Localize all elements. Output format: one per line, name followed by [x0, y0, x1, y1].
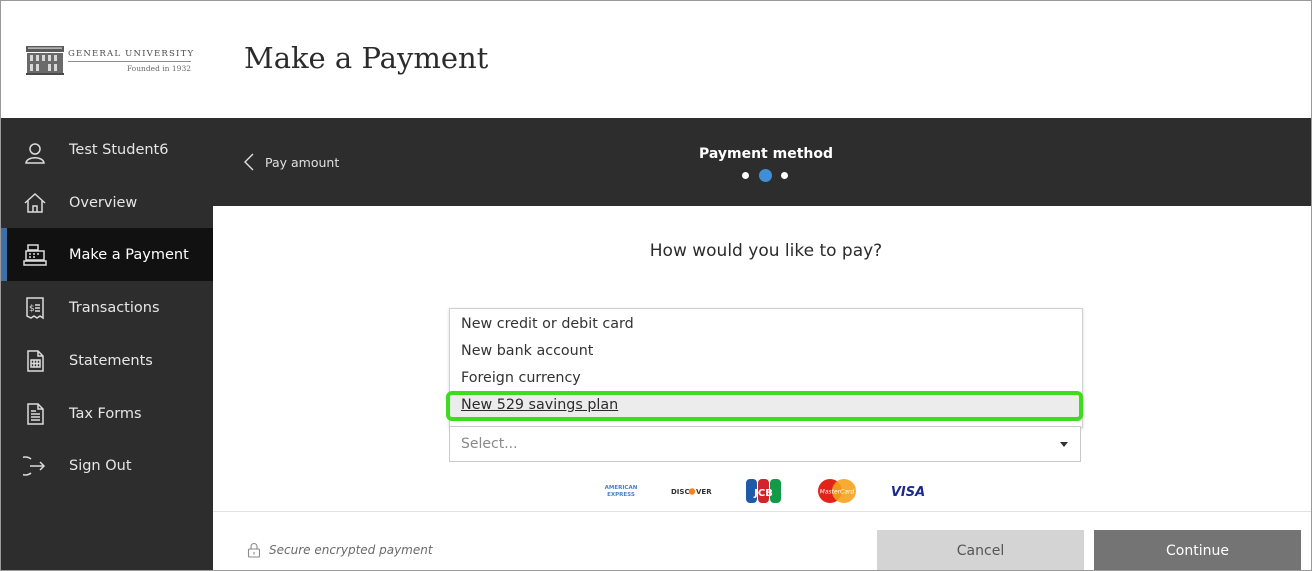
- cancel-button[interactable]: Cancel: [877, 530, 1084, 570]
- sidebar: Test Student6 Overview Make a Payment $ …: [1, 118, 213, 570]
- sign-out-icon: [23, 455, 46, 476]
- sidebar-item-label: Statements: [69, 352, 153, 369]
- svg-text:JCB: JCB: [753, 488, 773, 499]
- logo-area: GENERAL UNIVERSITY Founded in 1932: [1, 1, 213, 118]
- svg-text:AMERICAN: AMERICAN: [605, 485, 638, 491]
- discover-logo: DISC VER: [668, 475, 716, 507]
- sidebar-item-label: Make a Payment: [69, 246, 189, 263]
- logo-founded: Founded in 1932: [126, 64, 191, 73]
- jcb-logo: JCB: [744, 475, 784, 507]
- amex-icon: AMERICAN EXPRESS: [605, 485, 638, 498]
- app-frame: GENERAL UNIVERSITY Founded in 1932 Make …: [0, 0, 1312, 571]
- jcb-icon: JCB: [746, 479, 781, 503]
- secure-payment-text: Secure encrypted payment: [269, 543, 433, 557]
- sidebar-item-label: Test Student6: [69, 142, 169, 158]
- option-foreign-currency[interactable]: Foreign currency: [461, 370, 581, 386]
- caret-down-icon: [1060, 442, 1068, 447]
- svg-text:VISA: VISA: [891, 485, 925, 500]
- svg-text:DISC: DISC: [671, 488, 690, 496]
- sidebar-item-label: Sign Out: [69, 457, 132, 474]
- logo-divider: [68, 61, 191, 62]
- discover-icon: DISC VER: [671, 488, 712, 496]
- svg-text:VER: VER: [696, 488, 712, 496]
- sidebar-item-sign-out[interactable]: Sign Out: [1, 439, 213, 492]
- option-bank-account[interactable]: New bank account: [461, 343, 593, 359]
- accepted-cards: AMERICAN EXPRESS DISC VER JCB MasterCard…: [596, 475, 936, 507]
- svg-text:EXPRESS: EXPRESS: [607, 492, 635, 498]
- footer-divider: [213, 511, 1311, 512]
- svg-text:MasterCard: MasterCard: [820, 489, 855, 496]
- logo-name: GENERAL UNIVERSITY: [68, 49, 195, 59]
- sidebar-item-profile[interactable]: Test Student6: [1, 126, 213, 179]
- step-bar: Pay amount Payment method: [213, 118, 1311, 206]
- visa-logo: VISA: [886, 475, 930, 507]
- building-icon: [26, 46, 64, 75]
- step-dot: [742, 172, 749, 179]
- tax-form-icon: [27, 402, 44, 425]
- receipt-icon: $: [26, 296, 44, 319]
- payment-question: How would you like to pay?: [649, 241, 883, 261]
- secure-payment-note: Secure encrypted payment: [247, 542, 433, 558]
- step-dot: [781, 172, 788, 179]
- option-credit-debit-card[interactable]: New credit or debit card: [461, 316, 634, 332]
- sidebar-item-transactions[interactable]: $ Transactions: [1, 281, 213, 334]
- home-icon: [24, 192, 46, 213]
- mastercard-logo: MasterCard: [814, 475, 860, 507]
- sidebar-item-statements[interactable]: Statements: [1, 334, 213, 387]
- payment-method-select[interactable]: Select...: [449, 426, 1081, 462]
- step-dot-active: [759, 169, 772, 182]
- step-title: Payment method: [698, 146, 834, 162]
- sidebar-item-label: Overview: [69, 194, 138, 211]
- statement-icon: [27, 349, 44, 372]
- sidebar-item-tax-forms[interactable]: Tax Forms: [1, 387, 213, 440]
- cash-register-icon: [23, 243, 47, 266]
- sidebar-item-overview[interactable]: Overview: [1, 176, 213, 229]
- page-title: Make a Payment: [244, 41, 489, 75]
- svg-text:$: $: [29, 304, 35, 314]
- sidebar-item-make-a-payment[interactable]: Make a Payment: [1, 228, 213, 281]
- mastercard-icon: MasterCard: [818, 479, 856, 503]
- highlight-outline: [446, 391, 1083, 421]
- visa-icon: VISA: [891, 485, 925, 500]
- step-indicator: [740, 168, 792, 182]
- sidebar-item-label: Transactions: [69, 299, 160, 316]
- user-icon: [25, 142, 45, 164]
- university-logo[interactable]: GENERAL UNIVERSITY Founded in 1932: [26, 44, 195, 78]
- sidebar-item-label: Tax Forms: [69, 405, 142, 422]
- lock-icon: [247, 543, 261, 558]
- amex-logo: AMERICAN EXPRESS: [596, 475, 646, 507]
- continue-button[interactable]: Continue: [1094, 530, 1301, 570]
- select-placeholder: Select...: [461, 436, 518, 452]
